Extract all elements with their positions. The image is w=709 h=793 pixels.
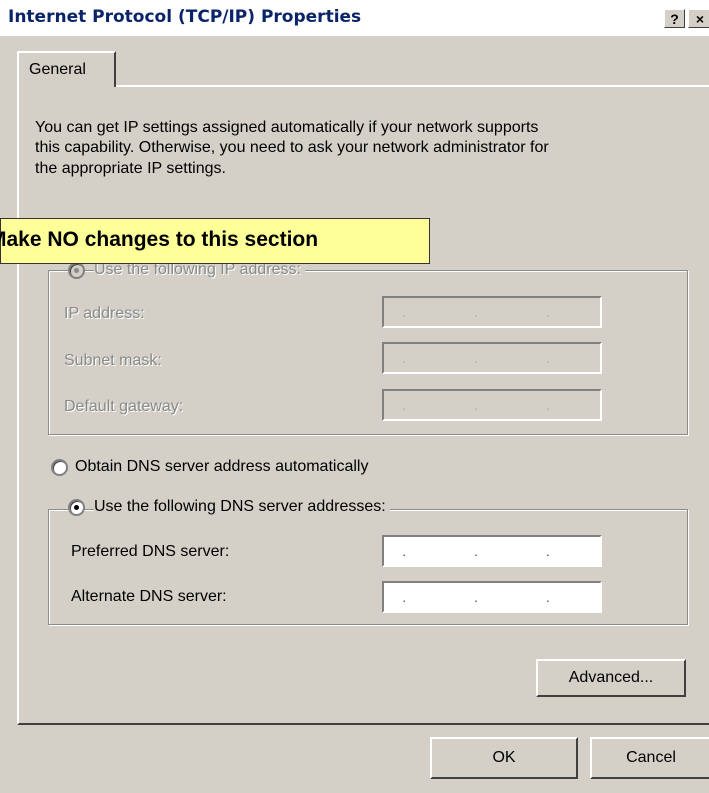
advanced-button[interactable]: Advanced... (536, 659, 686, 697)
ip-address-label: IP address: (64, 305, 145, 322)
callout-text: Make NO changes to this section (0, 228, 319, 251)
intro-line-3: the appropriate IP settings. (35, 160, 226, 177)
callout-note: Make NO changes to this section (0, 218, 430, 264)
alternate-dns-label: Alternate DNS server: (71, 588, 227, 605)
cancel-button[interactable]: Cancel (590, 737, 709, 779)
preferred-dns-field[interactable]: . . . (382, 535, 602, 567)
window-title: Internet Protocol (TCP/IP) Properties (8, 7, 362, 27)
ok-button[interactable]: OK (430, 737, 578, 779)
default-gateway-field[interactable]: . . . (382, 389, 602, 421)
preferred-dns-label: Preferred DNS server: (71, 543, 230, 560)
tab-general-label: General (29, 61, 86, 78)
subnet-mask-label: Subnet mask: (64, 352, 162, 369)
tab-general[interactable]: General (17, 51, 116, 87)
help-button[interactable]: ? (664, 9, 685, 28)
close-button[interactable]: × (688, 9, 709, 28)
intro-line-2: this capability. Otherwise, you need to … (35, 139, 549, 156)
obtain-dns-auto-label: Obtain DNS server address automatically (75, 458, 369, 475)
use-following-dns-label: Use the following DNS server addresses: (94, 497, 390, 517)
default-gateway-label: Default gateway: (64, 398, 184, 415)
obtain-dns-auto-radio[interactable] (51, 459, 68, 476)
use-following-ip-radio[interactable] (68, 262, 85, 279)
title-bar[interactable]: Internet Protocol (TCP/IP) Properties ? … (0, 0, 709, 36)
use-following-dns-radio[interactable] (68, 499, 85, 516)
bottom-edge (0, 786, 709, 793)
intro-line-1: You can get IP settings assigned automat… (35, 119, 539, 136)
ip-address-field[interactable]: . . . (382, 296, 602, 328)
alternate-dns-field[interactable]: . . . (382, 581, 602, 613)
subnet-mask-field[interactable]: . . . (382, 342, 602, 374)
